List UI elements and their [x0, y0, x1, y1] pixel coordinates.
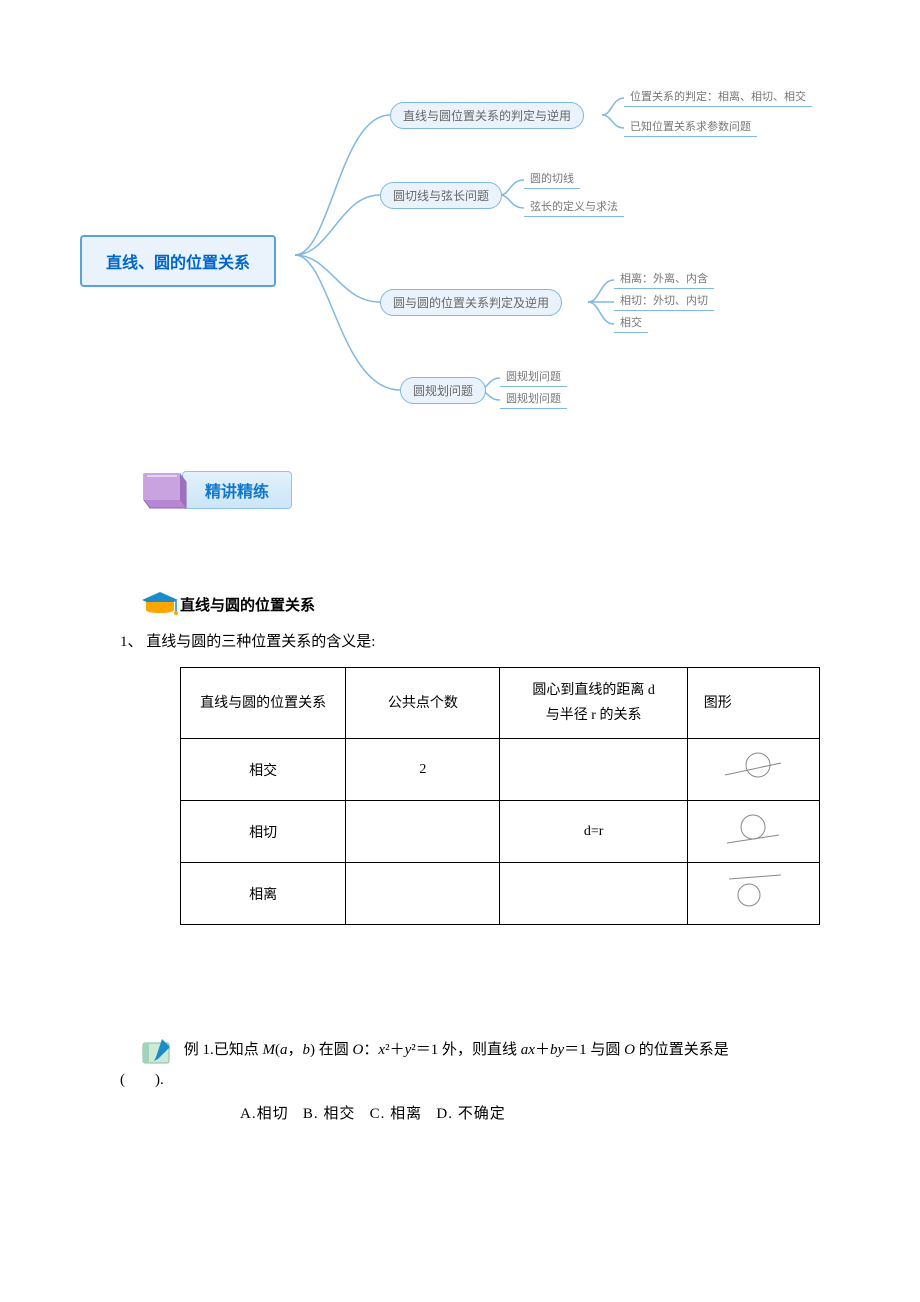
separate-icon [723, 873, 783, 909]
t: ： [363, 1042, 378, 1058]
t: ＝1 与圆 [564, 1042, 624, 1058]
table-header: 图形 [687, 668, 819, 739]
graduation-cap-icon [140, 590, 180, 618]
table-header: 圆心到直线的距离 d 与半径 r 的关系 [500, 668, 687, 739]
mindmap-node-1: 直线与圆位置关系的判定与逆用 [390, 102, 584, 129]
t: 的位置关系是 [635, 1042, 729, 1058]
mindmap-leaf: 相离：外离、内含 [614, 268, 714, 289]
subsection-title: 直线与圆的位置关系 [180, 594, 315, 615]
mindmap-leaf: 圆规划问题 [500, 388, 567, 409]
mindmap-root: 直线、圆的位置关系 [80, 235, 276, 287]
t: ＋ [535, 1042, 550, 1058]
mindmap-leaf: 相交 [614, 312, 648, 333]
mindmap-leaf: 位置关系的判定：相离、相切、相交 [624, 86, 812, 107]
t: ＋ [390, 1042, 405, 1058]
table-cell: 相切 [181, 801, 346, 863]
section-label: 精讲精练 [182, 471, 292, 509]
mindmap-node-2: 圆切线与弦长问题 [380, 182, 502, 209]
mindmap-leaf: 已知位置关系求参数问题 [624, 116, 757, 137]
table-cell: d=r [500, 801, 687, 863]
var-o: O [353, 1042, 364, 1058]
table-header-line1: 圆心到直线的距离 d [532, 683, 655, 698]
t: ) 在圆 [310, 1042, 353, 1058]
table-cell [346, 801, 500, 863]
table-cell [500, 863, 687, 925]
option-c: C. 相离 [370, 1106, 423, 1122]
example-text: 例 1.已知点 M(a，b) 在圆 O：x²＋y²＝1 外，则直线 ax＋by＝… [184, 1042, 729, 1058]
book-icon [140, 470, 190, 510]
var-ax: ax [521, 1042, 535, 1058]
example-label: 例 1. [184, 1042, 214, 1058]
var-m: M [263, 1042, 276, 1058]
notebook-icon [140, 1037, 176, 1065]
t: ， [288, 1042, 303, 1058]
example-paren: ( ). [120, 1065, 800, 1095]
var-o: O [624, 1042, 635, 1058]
table-cell [500, 739, 687, 801]
table-cell-diagram [687, 739, 819, 801]
table-header: 公共点个数 [346, 668, 500, 739]
numbered-intro: 1、 直线与圆的三种位置关系的含义是: [120, 630, 860, 651]
table-cell [346, 863, 500, 925]
table-cell-diagram [687, 801, 819, 863]
intersect-icon [723, 749, 783, 785]
table-header-line2: 与半径 r 的关系 [546, 708, 642, 723]
relation-table: 直线与圆的位置关系 公共点个数 圆心到直线的距离 d 与半径 r 的关系 图形 … [180, 667, 820, 925]
var-by: by [550, 1042, 564, 1058]
mindmap-node-3: 圆与圆的位置关系判定及逆用 [380, 289, 562, 316]
example-options: A.相切 B. 相交 C. 相离 D. 不确定 [240, 1099, 800, 1129]
table-row: 相切 d=r [181, 801, 820, 863]
table-row: 相离 [181, 863, 820, 925]
t: 已知点 [214, 1042, 263, 1058]
subsection-header: 直线与圆的位置关系 [140, 590, 860, 618]
table-cell: 2 [346, 739, 500, 801]
mindmap-leaf: 圆规划问题 [500, 366, 567, 387]
var-a: a [280, 1042, 288, 1058]
option-a: A.相切 [240, 1106, 289, 1122]
option-d: D. 不确定 [436, 1106, 505, 1122]
mindmap-leaf: 相切：外切、内切 [614, 290, 714, 311]
table-row: 相交 2 [181, 739, 820, 801]
t: ＝1 外，则直线 [416, 1042, 521, 1058]
table-header-row: 直线与圆的位置关系 公共点个数 圆心到直线的距离 d 与半径 r 的关系 图形 [181, 668, 820, 739]
table-header: 直线与圆的位置关系 [181, 668, 346, 739]
option-b: B. 相交 [303, 1106, 356, 1122]
tangent-icon [723, 811, 783, 847]
table-cell-diagram [687, 863, 819, 925]
mindmap-node-4: 圆规划问题 [400, 377, 486, 404]
var-b: b [303, 1042, 311, 1058]
table-cell: 相交 [181, 739, 346, 801]
table-cell: 相离 [181, 863, 346, 925]
mindmap-leaf: 圆的切线 [524, 168, 580, 189]
example-block: 例 1.已知点 M(a，b) 在圆 O：x²＋y²＝1 外，则直线 ax＋by＝… [140, 1035, 800, 1129]
section-header: 精讲精练 [140, 470, 292, 510]
mindmap-leaf: 弦长的定义与求法 [524, 196, 624, 217]
mindmap-diagram: 直线、圆的位置关系 直线与圆位置关系的判定与逆用 位置关系的判定：相离、相切、相… [80, 80, 860, 420]
